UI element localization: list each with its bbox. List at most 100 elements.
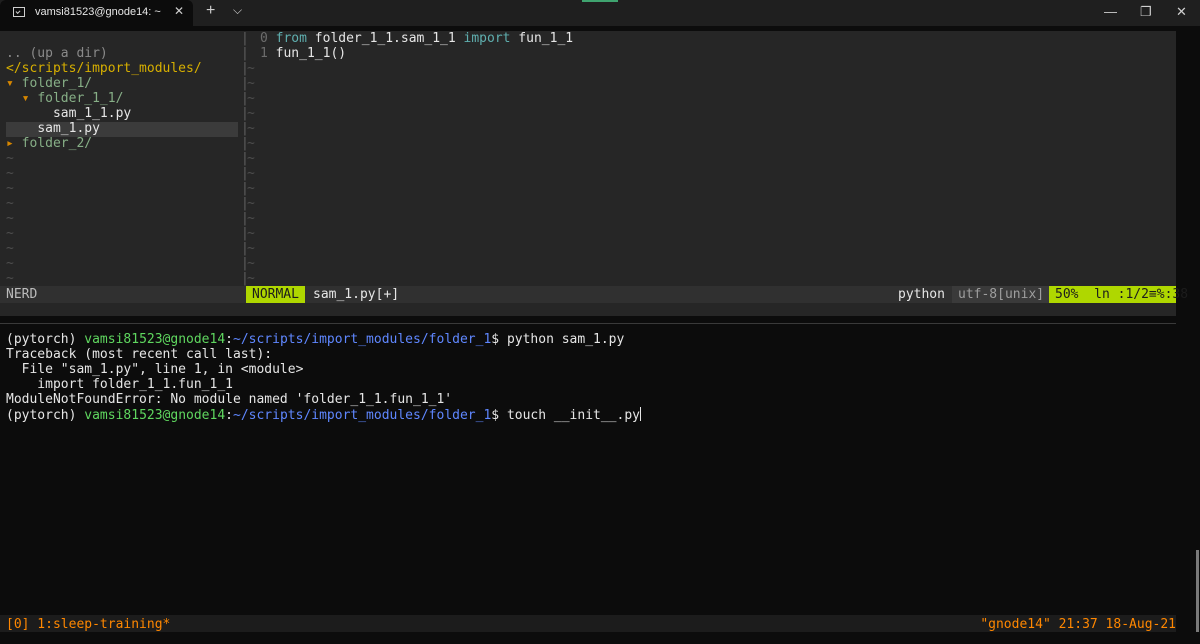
- empty-line-marker: ~: [6, 241, 14, 256]
- vim-editor: .. (up a dir) </scripts/import_modules/ …: [0, 31, 1188, 316]
- prompt-user-host: vamsi81523@gnode14: [84, 332, 226, 347]
- code-text: fun_1_1: [510, 31, 574, 46]
- empty-line-marker: ~: [6, 166, 14, 181]
- caret-right-icon[interactable]: ▸: [6, 136, 22, 151]
- code-text: folder_1_1.sam_1_1: [306, 31, 464, 46]
- file-name: sam_1.py[+]: [313, 287, 400, 302]
- tree-item[interactable]: sam_1_1.py: [6, 106, 131, 121]
- prompt-symbol: $: [491, 408, 507, 423]
- pane-divider[interactable]: [0, 323, 1176, 324]
- command-line[interactable]: [0, 303, 1176, 316]
- cursor-position: 50% ln :1/2≡%:38: [1049, 286, 1188, 303]
- prompt-colon: :: [225, 408, 233, 423]
- separator-bar: |: [241, 46, 249, 61]
- code-text: fun_1_1(): [275, 46, 347, 61]
- close-button[interactable]: ✕: [1176, 4, 1187, 20]
- empty-line-marker: ~: [6, 226, 14, 241]
- empty-line-marker: ~: [247, 226, 255, 241]
- empty-line-marker: ~: [6, 211, 14, 226]
- tab-title: vamsi81523@gnode14: ~: [35, 6, 161, 18]
- empty-line-marker: ~: [247, 166, 255, 181]
- empty-line-marker: ~: [247, 241, 255, 256]
- new-tab-button[interactable]: +: [206, 2, 215, 20]
- nerdtree-status: NERD: [6, 287, 38, 302]
- empty-line-marker: ~: [247, 256, 255, 271]
- shell-output[interactable]: (pytorch) vamsi81523@gnode14:~/scripts/i…: [6, 332, 641, 423]
- up-dir-link[interactable]: .. (up a dir): [6, 46, 108, 61]
- caret-down-icon[interactable]: ▾: [22, 91, 38, 106]
- tree-root[interactable]: </scripts/import_modules/: [6, 61, 202, 76]
- empty-line-marker: ~: [247, 76, 255, 91]
- maximize-button[interactable]: ❐: [1140, 4, 1152, 20]
- empty-line-marker: ~: [247, 61, 255, 76]
- terminal-tab[interactable]: vamsi81523@gnode14: ~ ✕: [0, 0, 193, 26]
- prompt-colon: :: [225, 332, 233, 347]
- split-separator: | | | ~ | ~ | ~ | ~ | ~ | ~ | ~ | ~ | ~ | ~ | ~ | ~ | ~ | ~ | ~: [241, 31, 255, 286]
- empty-line-marker: ~: [247, 196, 255, 211]
- tree-file-label: sam_1_1.py: [52, 106, 132, 121]
- file-type: python: [898, 287, 945, 302]
- empty-line-marker: ~: [247, 91, 255, 106]
- terminal-icon: [13, 7, 25, 17]
- shell-line: import folder_1_1.fun_1_1: [6, 377, 641, 392]
- tree-item[interactable]: ▾ folder_1_1/: [6, 91, 124, 106]
- text-cursor: [640, 407, 641, 421]
- prompt-path: ~/scripts/import_modules/folder_1: [233, 332, 492, 347]
- tree-folder-label: folder_1_1/: [37, 91, 124, 106]
- caret-down-icon[interactable]: ▾: [6, 76, 22, 91]
- empty-line-marker: ~: [247, 106, 255, 121]
- code-keyword: from: [275, 31, 307, 46]
- nerdtree-panel: .. (up a dir) </scripts/import_modules/ …: [0, 31, 240, 286]
- shell-output-text: import folder_1_1.fun_1_1: [6, 377, 233, 392]
- tree-item[interactable]: ▸ folder_2/: [6, 136, 92, 151]
- accent-strip: [582, 0, 618, 2]
- shell-line: ModuleNotFoundError: No module named 'fo…: [6, 392, 641, 407]
- line-number: 0: [260, 31, 276, 46]
- empty-line-marker: ~: [6, 181, 14, 196]
- shell-output-text: Traceback (most recent call last):: [6, 347, 273, 362]
- title-bar: vamsi81523@gnode14: ~ ✕ + ⌵ — ❐ ✕: [0, 0, 1200, 26]
- minimize-button[interactable]: —: [1104, 4, 1117, 19]
- shell-line: (pytorch) vamsi81523@gnode14:~/scripts/i…: [6, 332, 641, 347]
- shell-output-text: ModuleNotFoundError: No module named 'fo…: [6, 392, 453, 407]
- shell-command: touch __init__.py: [506, 408, 640, 423]
- code-line[interactable]: 0 from folder_1_1.sam_1_1 import fun_1_1: [260, 31, 573, 46]
- empty-line-marker: ~: [247, 121, 255, 136]
- conda-env: (pytorch): [6, 332, 85, 347]
- code-line[interactable]: 1 fun_1_1(): [260, 46, 346, 61]
- empty-line-marker: ~: [247, 181, 255, 196]
- code-keyword: import: [463, 31, 511, 46]
- prompt-symbol: $: [491, 332, 507, 347]
- tree-item[interactable]: ▾ folder_1/: [6, 76, 92, 91]
- conda-env: (pytorch): [6, 408, 85, 423]
- shell-output-text: File "sam_1.py", line 1, in <module>: [6, 362, 304, 377]
- scrollbar[interactable]: [1196, 550, 1199, 632]
- shell-line: Traceback (most recent call last):: [6, 347, 641, 362]
- prompt-path: ~/scripts/import_modules/folder_1: [233, 408, 492, 423]
- mode-indicator: NORMAL: [246, 286, 305, 303]
- empty-line-marker: ~: [6, 256, 14, 271]
- tab-close-icon[interactable]: ✕: [174, 4, 184, 18]
- tmux-status-bar: [0] 1:sleep-training* "gnode14" 21:37 18…: [0, 615, 1176, 632]
- tmux-window-list[interactable]: [0] 1:sleep-training*: [6, 617, 170, 632]
- tree-item[interactable]: sam_1.py: [6, 121, 100, 136]
- empty-line-marker: ~: [247, 211, 255, 226]
- chevron-down-icon[interactable]: ⌵: [233, 3, 242, 18]
- tree-folder-label: folder_1/: [21, 76, 93, 91]
- separator-bar: |: [241, 31, 249, 46]
- empty-line-marker: ~: [6, 196, 14, 211]
- empty-line-marker: ~: [247, 151, 255, 166]
- prompt-user-host: vamsi81523@gnode14: [84, 408, 226, 423]
- line-number: 1: [260, 46, 276, 61]
- shell-command: python sam_1.py: [506, 332, 625, 347]
- tmux-host-clock: "gnode14" 21:37 18-Aug-21: [980, 617, 1176, 632]
- empty-line-marker: ~: [247, 136, 255, 151]
- shell-line: (pytorch) vamsi81523@gnode14:~/scripts/i…: [6, 407, 641, 423]
- tree-folder-label: folder_2/: [21, 136, 93, 151]
- empty-line-marker: ~: [6, 151, 14, 166]
- empty-line-marker: ~: [6, 271, 14, 286]
- file-encoding: utf-8[unix]: [952, 286, 1051, 303]
